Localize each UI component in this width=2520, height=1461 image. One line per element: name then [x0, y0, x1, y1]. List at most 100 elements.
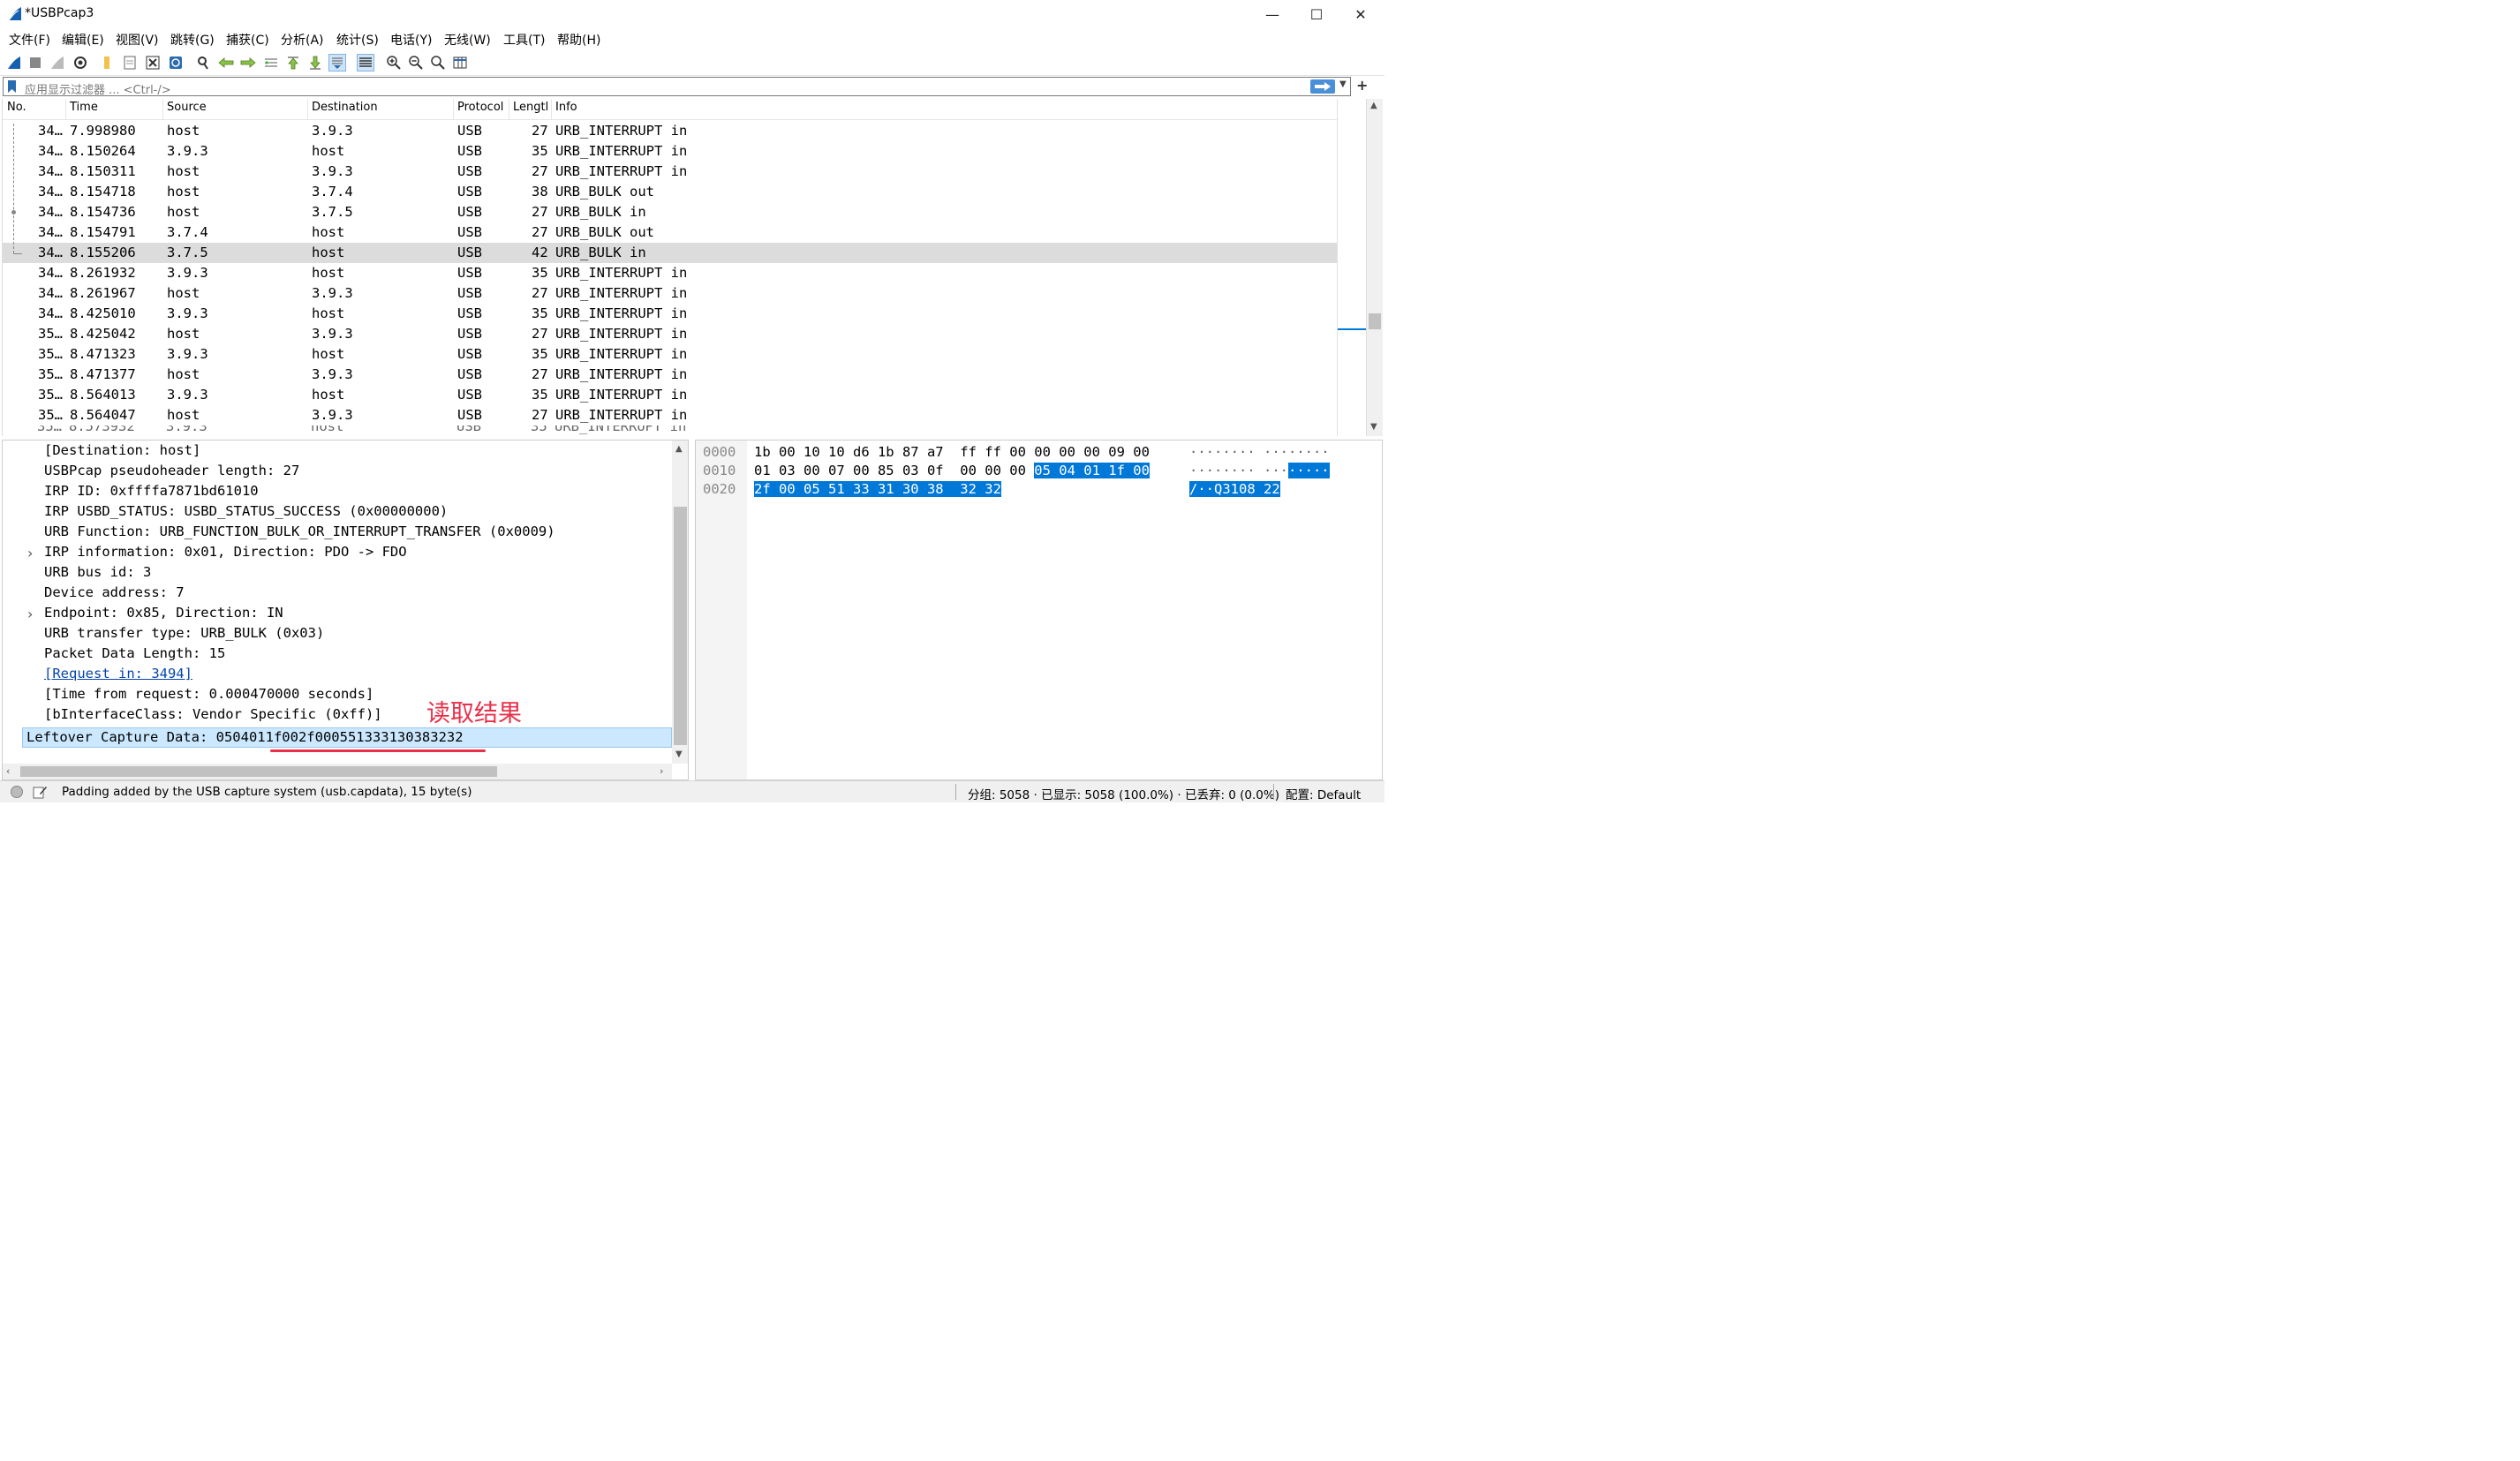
detail-field[interactable]: Endpoint: 0x85, Direction: IN [44, 605, 283, 621]
capture-options-icon[interactable] [72, 54, 89, 72]
close-button[interactable]: ✕ [1339, 0, 1383, 28]
packet-list-partial-row: 35… 8.573932 3.9.3 host USB 35 URB_INTER… [37, 425, 687, 434]
packet-list-scrollbar[interactable]: ▲ ▼ [1366, 99, 1383, 436]
detail-field[interactable]: IRP information: 0x01, Direction: PDO ->… [44, 544, 407, 560]
details-scrollbar[interactable]: ▲ ▼ [672, 441, 688, 764]
request-in-link[interactable]: [Request in: 3494] [44, 666, 192, 682]
expert-info-icon[interactable] [11, 786, 23, 798]
column-length[interactable]: Lengtl [513, 101, 548, 114]
packet-row[interactable]: 34… 8.154791 3.7.4 host USB 27 URB_BULK out [3, 222, 1337, 243]
scrollbar-thumb[interactable] [1369, 313, 1381, 329]
packet-row[interactable]: 35… 8.471323 3.9.3 host USB 35 URB_INTERRUPT i… [3, 344, 1337, 365]
packet-cell-proto: USB [457, 123, 482, 139]
resize-columns-icon[interactable] [451, 54, 469, 72]
menu-analyze[interactable]: 分析(A) [281, 31, 324, 49]
zoom-normal-icon[interactable] [429, 54, 447, 72]
column-destination[interactable]: Destination [312, 101, 378, 114]
packet-cell-no: 34… [38, 123, 63, 139]
packet-row[interactable]: 35… 8.425042 host 3.9.3 USB 27 URB_INTERRUPT i… [3, 324, 1337, 344]
minimize-button[interactable]: — [1250, 0, 1294, 28]
auto-scroll-icon[interactable] [328, 54, 346, 72]
go-forward-icon[interactable] [239, 54, 257, 72]
hex-bytes[interactable]: 1b 00 10 10 d6 1b 87 a7 ff ff 00 00 00 0… [754, 444, 1150, 460]
stop-capture-icon[interactable] [26, 54, 44, 72]
menu-file[interactable]: 文件(F) [9, 31, 50, 49]
go-back-icon[interactable] [217, 54, 235, 72]
details-scroll-left-icon[interactable]: ‹ [6, 765, 10, 777]
menu-telephony[interactable]: 电话(Y) [390, 31, 432, 49]
leftover-capture-data-row[interactable]: Leftover Capture Data: 0504011f002f00055… [22, 727, 672, 748]
open-file-icon[interactable] [98, 54, 116, 72]
packet-row[interactable]: 34… 8.154718 host 3.7.4 USB 38 URB_BULK out [3, 182, 1337, 202]
menu-view[interactable]: 视图(V) [116, 31, 159, 49]
last-packet-icon[interactable] [306, 54, 324, 72]
packet-cell-src: host [167, 407, 200, 423]
close-file-icon[interactable] [144, 54, 162, 72]
packet-row[interactable]: 34… 8.261932 3.9.3 host USB 35 URB_INTERRUPT i… [3, 263, 1337, 283]
go-to-packet-icon[interactable] [262, 54, 280, 72]
packet-row[interactable]: 35… 8.564013 3.9.3 host USB 35 URB_INTERRUPT i… [3, 385, 1337, 405]
menu-statistics[interactable]: 统计(S) [336, 31, 379, 49]
reload-file-icon[interactable] [167, 54, 185, 72]
maximize-button[interactable]: ☐ [1294, 0, 1339, 28]
ascii-bytes[interactable]: ········ ········ [1189, 444, 1330, 460]
zoom-out-icon[interactable] [407, 54, 425, 72]
restart-capture-icon[interactable] [49, 54, 66, 72]
byte-offset: 0020 [703, 481, 736, 497]
menu-wireless[interactable]: 无线(W) [444, 31, 491, 49]
details-scrollbar-thumb[interactable] [674, 507, 687, 745]
column-time[interactable]: Time [70, 101, 98, 114]
zoom-in-icon[interactable] [385, 54, 403, 72]
filter-history-chevron-down-icon[interactable]: ▼ [1339, 79, 1347, 89]
packet-row[interactable]: 34… 8.425010 3.9.3 host USB 35 URB_INTERRUPT i… [3, 304, 1337, 324]
first-packet-icon[interactable] [284, 54, 302, 72]
details-scroll-up-icon[interactable]: ▲ [675, 444, 683, 454]
packet-row[interactable]: 34… 7.998980 host 3.9.3 USB 27 URB_INTERRUPT i… [3, 121, 1337, 141]
packet-row[interactable]: 34… 8.261967 host 3.9.3 USB 27 URB_INTERRUPT i… [3, 283, 1337, 304]
packet-row[interactable]: 34… 8.155206 3.7.5 host USB 42 URB_BULK in [3, 243, 1337, 263]
scroll-down-icon[interactable]: ▼ [1370, 422, 1377, 432]
expand-chevron-icon[interactable]: › [27, 545, 33, 561]
packet-row[interactable]: 34… 8.150264 3.9.3 host USB 35 URB_INTERRUPT i… [3, 141, 1337, 162]
packet-minimap[interactable] [1337, 99, 1367, 436]
column-protocol[interactable]: Protocol [457, 101, 503, 114]
menu-tools[interactable]: 工具(T) [503, 31, 545, 49]
packet-row[interactable]: 35… 8.564047 host 3.9.3 USB 27 URB_INTERRUPT i… [3, 405, 1337, 425]
colorize-list-icon[interactable] [357, 54, 374, 72]
packet-cell-src: host [167, 204, 200, 220]
packet-row[interactable]: 34… 8.154736 host 3.7.5 USB 27 URB_BULK in [3, 202, 1337, 222]
details-hscrollbar[interactable]: ‹ › [3, 764, 672, 779]
bookmark-icon[interactable] [8, 80, 16, 93]
expand-chevron-icon[interactable]: › [27, 606, 33, 622]
column-no[interactable]: No. [7, 101, 26, 114]
menu-go[interactable]: 跳转(G) [170, 31, 215, 49]
hex-bytes[interactable]: 01 03 00 07 00 85 03 0f 00 00 00 05 04 0… [754, 463, 1150, 478]
display-filter-input[interactable]: 应用显示过滤器 ... <Ctrl-/> [25, 80, 171, 97]
packet-row[interactable]: 35… 8.471377 host 3.9.3 USB 27 URB_INTERRUPT i… [3, 365, 1337, 385]
find-packet-icon[interactable] [194, 54, 212, 72]
column-info[interactable]: Info [555, 101, 577, 114]
details-scroll-right-icon[interactable]: › [660, 765, 663, 777]
packet-cell-no: 34… [38, 305, 63, 321]
comment-edit-icon[interactable] [33, 785, 47, 799]
save-file-icon[interactable] [121, 54, 139, 72]
scroll-up-icon[interactable]: ▲ [1370, 101, 1377, 110]
display-filter-bar[interactable]: 应用显示过滤器 ... <Ctrl-/> ▼ [3, 77, 1351, 97]
packet-cell-dst: host [312, 305, 345, 321]
add-filter-button[interactable]: + [1356, 77, 1368, 94]
ascii-plain: ········ ··· [1189, 463, 1288, 478]
details-hscroll-thumb[interactable] [20, 766, 497, 777]
hex-bytes[interactable]: 2f 00 05 51 33 31 30 38 32 32 [754, 481, 1001, 497]
profile-selector[interactable]: 配置: Default [1286, 785, 1361, 802]
details-scroll-down-icon[interactable]: ▼ [675, 749, 683, 759]
column-source[interactable]: Source [167, 101, 207, 114]
ascii-bytes[interactable]: ········ ········ [1189, 463, 1330, 478]
start-capture-icon[interactable] [5, 54, 23, 72]
ascii-bytes[interactable]: /··Q3108 22 [1189, 481, 1280, 497]
menu-help[interactable]: 帮助(H) [557, 31, 600, 49]
menu-edit[interactable]: 编辑(E) [62, 31, 104, 49]
menu-capture[interactable]: 捕获(C) [226, 31, 269, 49]
apply-filter-arrow-icon[interactable] [1310, 79, 1335, 94]
packet-row[interactable]: 34… 8.150311 host 3.9.3 USB 27 URB_INTERRUPT i… [3, 162, 1337, 182]
packet-cell-time: 8.154791 [70, 224, 136, 240]
